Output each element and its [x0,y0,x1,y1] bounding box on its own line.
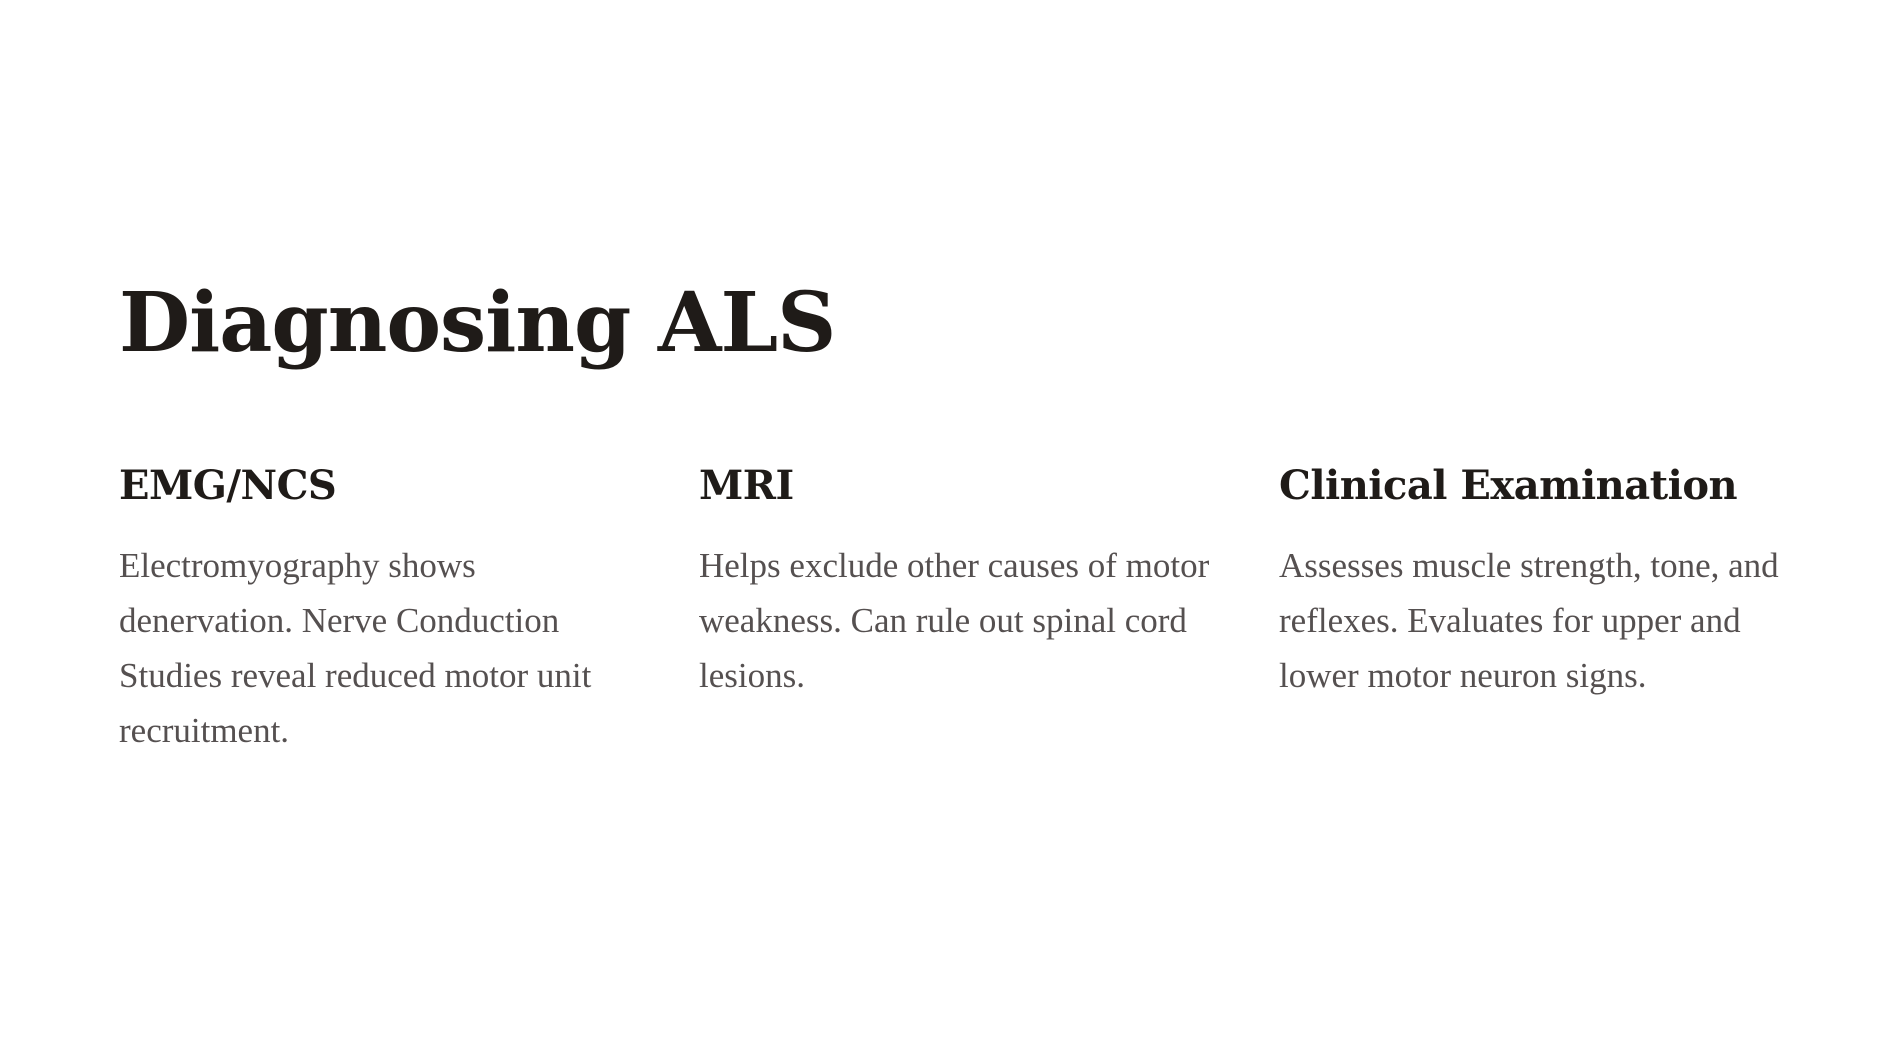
column-body: Assesses muscle strength, tone, and refl… [1279,546,1779,695]
column-clinical-examination: Clinical Examination Assesses muscle str… [1279,458,1799,703]
page-title: Diagnosing ALS [119,275,836,371]
column-emg-ncs: EMG/NCS Electromyography shows denervati… [119,458,639,758]
column-body: Helps exclude other causes of motor weak… [699,546,1210,695]
column-heading: EMG/NCS [119,462,337,509]
column-mri: MRI Helps exclude other causes of motor … [699,458,1219,703]
column-heading: Clinical Examination [1279,462,1738,509]
column-heading: MRI [699,462,794,509]
column-body: Electromyography shows denervation. Nerv… [119,546,592,750]
slide: Diagnosing ALS EMG/NCS Electromyography … [0,0,1877,1053]
